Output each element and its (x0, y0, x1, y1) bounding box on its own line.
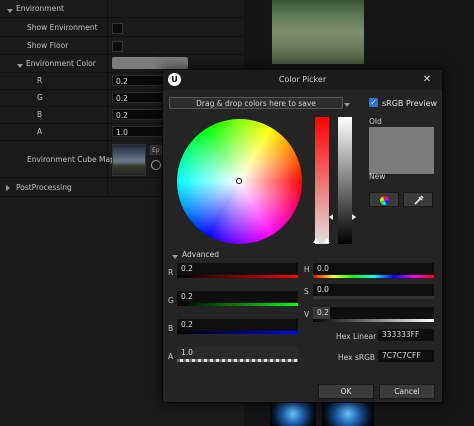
g-gradient-bar (177, 303, 298, 306)
hex-srgb-value: 7C7C7CFF (382, 351, 421, 360)
s-slider-label: S (304, 287, 309, 296)
a-slider-field[interactable]: 1.0 (177, 347, 298, 359)
dialog-title: Color Picker (278, 75, 327, 84)
h-gradient-bar (313, 275, 434, 278)
eyedropper-icon (414, 195, 424, 205)
saturation-marker (324, 238, 330, 243)
cube-map-asset-button[interactable]: Ep (150, 145, 162, 155)
b-label: B (37, 110, 43, 119)
g-slider-field[interactable]: 0.2 (177, 291, 298, 303)
material-preview-thumbnail (270, 401, 316, 426)
close-icon[interactable]: ✕ (420, 73, 434, 87)
hex-linear-field[interactable]: 333333FF (378, 329, 434, 341)
hex-linear-value: 333333FF (382, 330, 420, 339)
color-wheel-icon (380, 196, 389, 205)
srgb-preview-checkbox[interactable]: ✓ (369, 98, 378, 107)
value-marker (329, 214, 333, 220)
chevron-down-icon (17, 61, 23, 70)
color-theme-drop-zone[interactable]: Drag & drop colors here to save (169, 97, 343, 109)
v-slider-field[interactable]: 0.2 (313, 307, 434, 319)
eyedropper-button[interactable] (403, 192, 433, 207)
show-environment-row: Show Environment (0, 19, 244, 37)
wheel-selector[interactable] (236, 178, 242, 184)
g-slider-value: 0.2 (181, 292, 193, 301)
h-slider-field[interactable]: 0.0 (313, 263, 434, 275)
cancel-button[interactable]: Cancel (379, 384, 435, 399)
s-slider-field[interactable]: 0.0 (313, 284, 434, 296)
environment-category-label: Environment (16, 4, 64, 13)
b-gradient-bar (177, 331, 298, 334)
r-slider-field[interactable]: 0.2 (177, 263, 298, 275)
cube-map-thumbnail[interactable] (112, 144, 146, 176)
material-preview-thumbnail (322, 401, 374, 426)
cube-map-label: Environment Cube Map (27, 155, 115, 164)
old-label: Old (369, 117, 382, 126)
old-color-swatch (369, 127, 434, 172)
r-slider-label: R (168, 268, 174, 277)
hex-srgb-label: Hex sRGB (338, 353, 376, 362)
s-slider-value: 0.0 (317, 285, 329, 294)
ok-button[interactable]: OK (318, 384, 374, 399)
hex-srgb-field[interactable]: 7C7C7CFF (378, 350, 434, 362)
b-value-field[interactable]: 0.2 (112, 109, 164, 120)
b-slider-value: 0.2 (181, 320, 193, 329)
b-slider-label: B (168, 324, 174, 333)
chevron-down-icon (172, 252, 178, 261)
b-slider-field[interactable]: 0.2 (177, 319, 298, 331)
chevron-right-icon (6, 184, 10, 193)
h-slider-value: 0.0 (317, 264, 329, 273)
value-bar[interactable] (338, 117, 352, 244)
show-environment-checkbox[interactable] (112, 23, 123, 34)
a-gradient-bar (177, 359, 298, 362)
use-selected-icon[interactable] (151, 160, 161, 170)
advanced-label[interactable]: Advanced (182, 250, 219, 259)
chevron-down-icon (7, 6, 13, 15)
show-floor-label: Show Floor (27, 41, 69, 50)
hex-linear-label: Hex Linear (336, 332, 377, 341)
show-floor-row: Show Floor (0, 37, 244, 55)
s-gradient-bar (313, 296, 434, 299)
a-value-field[interactable]: 1.0 (112, 126, 164, 137)
a-slider-value: 1.0 (181, 348, 193, 357)
a-slider-label: A (168, 352, 174, 361)
v-slider-value: 0.2 (317, 308, 329, 317)
value-marker (352, 214, 356, 220)
v-gradient-bar (313, 319, 434, 322)
a-label: A (37, 127, 43, 136)
chevron-down-icon[interactable] (344, 100, 350, 109)
g-value-field[interactable]: 0.2 (112, 92, 164, 103)
srgb-preview-label: sRGB Preview (382, 99, 438, 108)
environment-color-label: Environment Color (26, 59, 96, 68)
show-floor-checkbox[interactable] (112, 41, 123, 52)
r-slider-value: 0.2 (181, 264, 193, 273)
g-slider-label: G (168, 296, 174, 305)
color-picker-dialog: U Color Picker ✕ Drag & drop colors here… (162, 69, 443, 403)
environment-color-swatch[interactable] (112, 57, 188, 69)
new-label: New (369, 172, 386, 181)
environment-category-row[interactable]: Environment (0, 0, 244, 18)
g-label: G (37, 93, 43, 102)
dialog-title-bar[interactable]: U Color Picker ✕ (163, 70, 442, 90)
r-value-field[interactable]: 0.2 (112, 75, 164, 86)
color-wheel-mode-button[interactable] (369, 192, 399, 207)
r-label: R (37, 76, 43, 85)
postprocessing-category-label: PostProcessing (16, 183, 72, 192)
viewport-preview-image (272, 0, 364, 64)
v-slider-label: V (304, 310, 310, 319)
saturation-marker (313, 238, 319, 243)
h-slider-label: H (304, 265, 310, 274)
saturation-bar[interactable] (315, 117, 329, 244)
r-gradient-bar (177, 275, 298, 278)
show-environment-label: Show Environment (27, 23, 98, 32)
